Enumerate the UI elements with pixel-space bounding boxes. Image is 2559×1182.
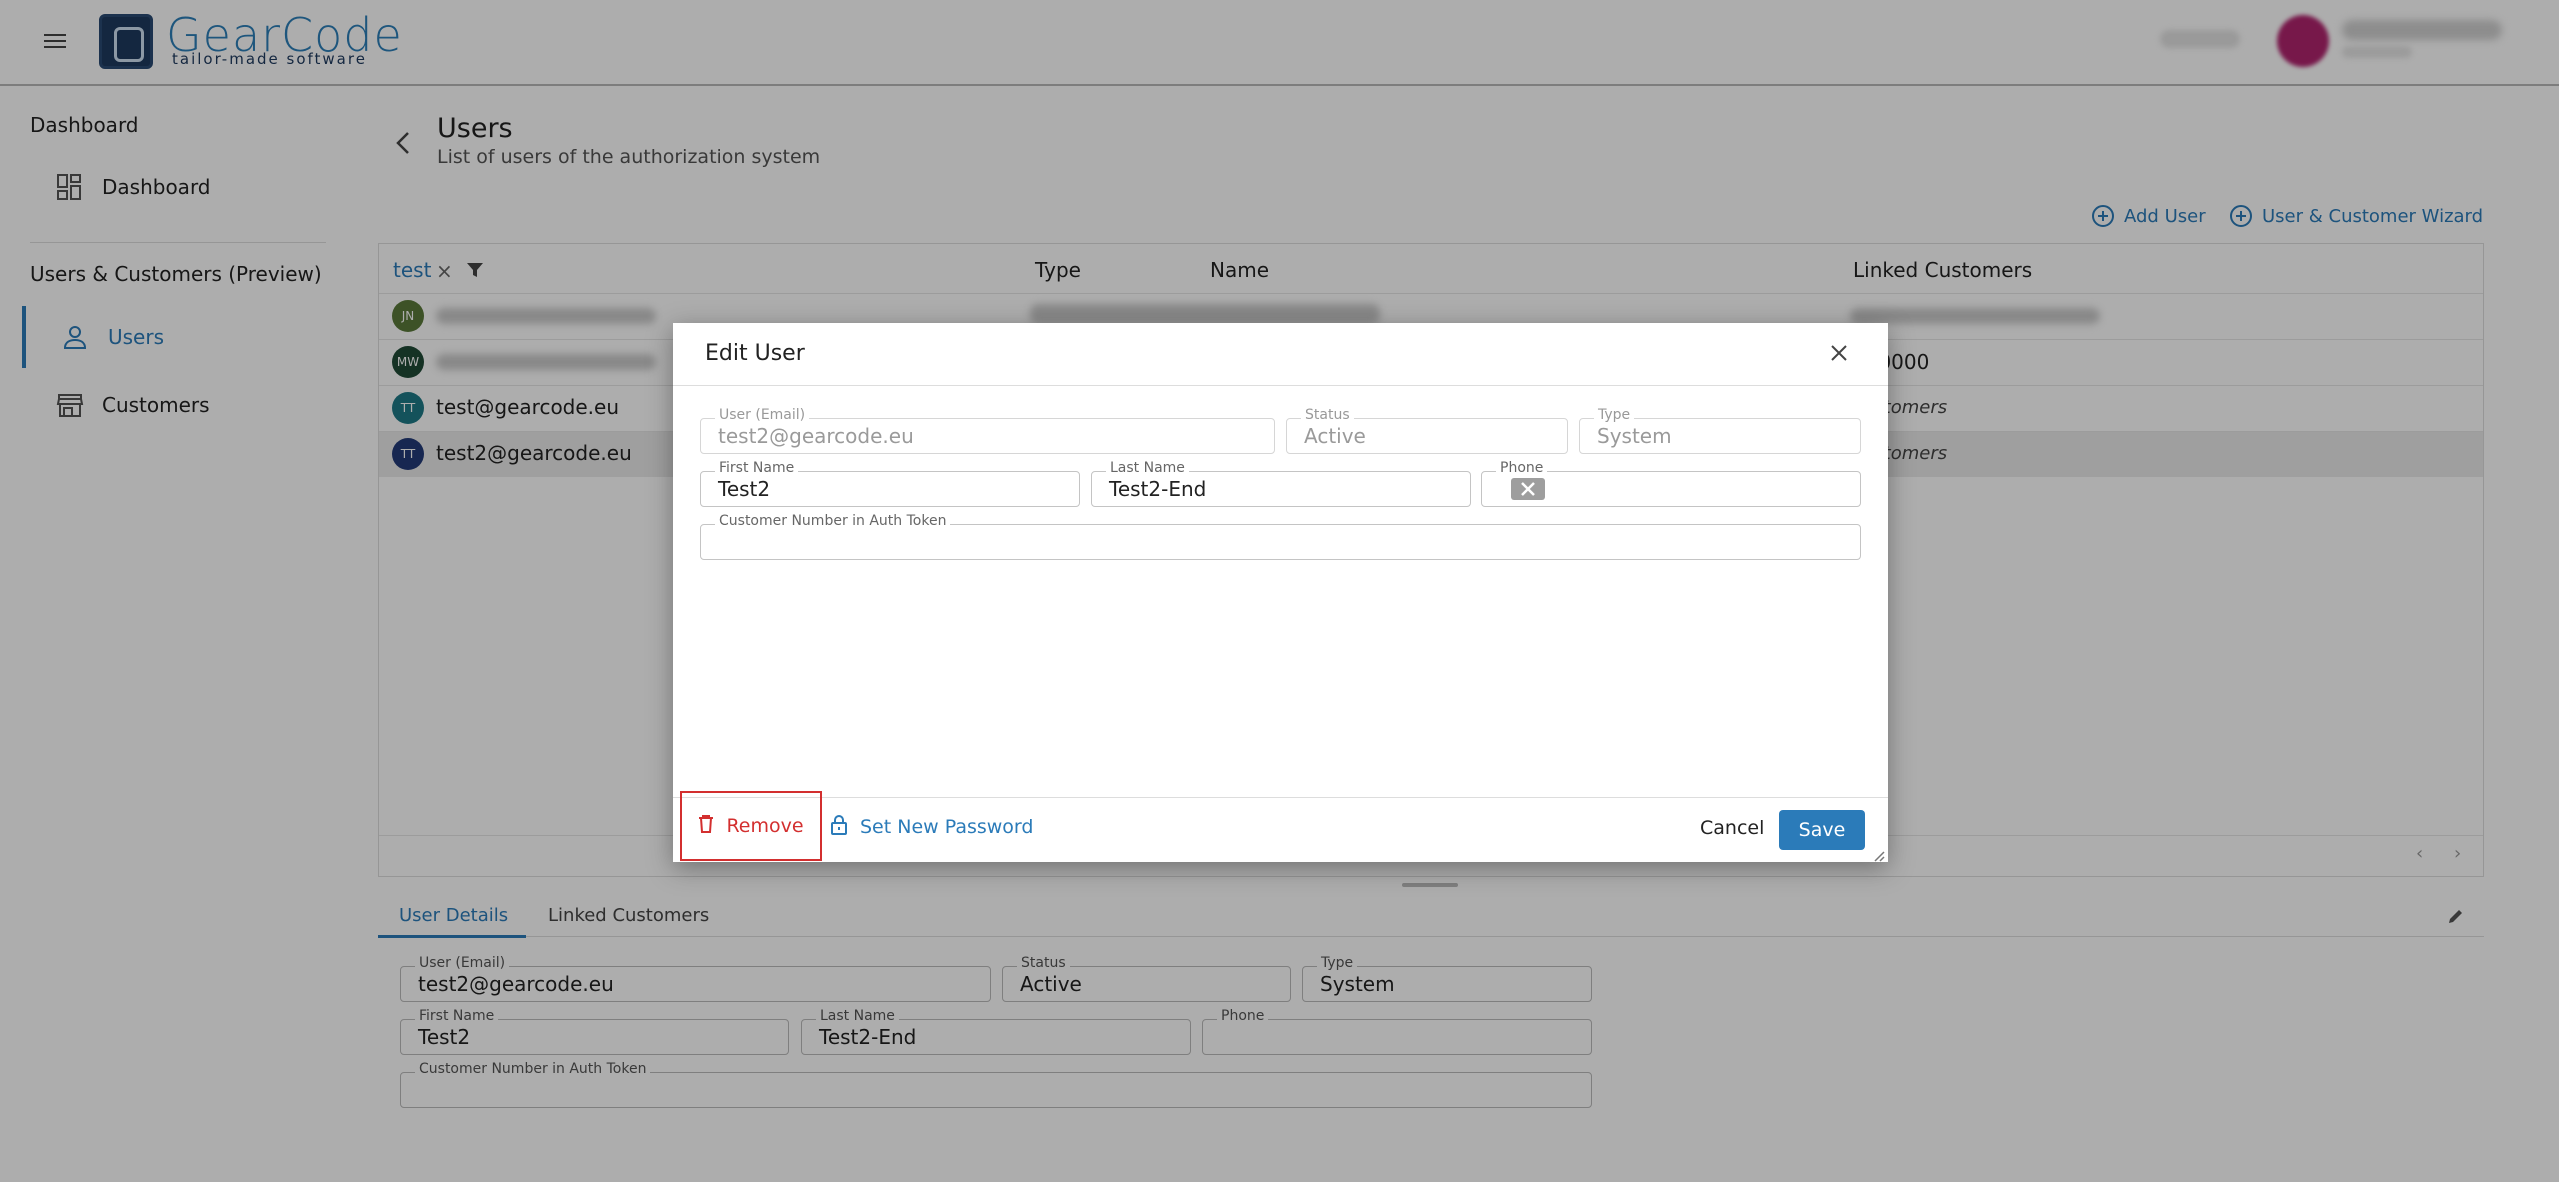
resize-grip-icon[interactable] bbox=[1873, 847, 1885, 862]
set-new-password-button[interactable]: Set New Password bbox=[830, 807, 1033, 847]
email-label: User (Email) bbox=[715, 407, 810, 423]
clear-phone-icon[interactable] bbox=[1511, 478, 1545, 500]
last-name-value: Test2-End bbox=[1109, 477, 1207, 501]
email-value: test2@gearcode.eu bbox=[718, 424, 914, 448]
type-value: System bbox=[1597, 424, 1672, 448]
status-label: Status bbox=[1301, 407, 1354, 423]
first-name-value: Test2 bbox=[718, 477, 771, 501]
customer-number-label: Customer Number in Auth Token bbox=[715, 513, 951, 529]
first-name-label: First Name bbox=[715, 460, 799, 476]
remove-button[interactable]: Remove bbox=[680, 791, 822, 861]
remove-label: Remove bbox=[726, 815, 804, 837]
edit-user-dialog: Edit User User (Email) test2@gearcode.eu… bbox=[673, 323, 1888, 862]
close-icon[interactable] bbox=[1827, 341, 1851, 365]
set-password-label: Set New Password bbox=[860, 816, 1034, 838]
last-name-label: Last Name bbox=[1106, 460, 1189, 476]
lock-icon bbox=[830, 814, 848, 841]
trash-icon bbox=[698, 814, 714, 839]
dialog-title: Edit User bbox=[705, 341, 805, 366]
save-button[interactable]: Save bbox=[1779, 810, 1865, 850]
cancel-button[interactable]: Cancel bbox=[1690, 809, 1774, 847]
dialog-header-divider bbox=[673, 385, 1888, 386]
dialog-footer-divider bbox=[673, 797, 1888, 798]
customer-number-input[interactable] bbox=[700, 524, 1861, 560]
phone-label: Phone bbox=[1496, 460, 1548, 476]
status-value: Active bbox=[1304, 424, 1366, 448]
type-label: Type bbox=[1594, 407, 1635, 423]
